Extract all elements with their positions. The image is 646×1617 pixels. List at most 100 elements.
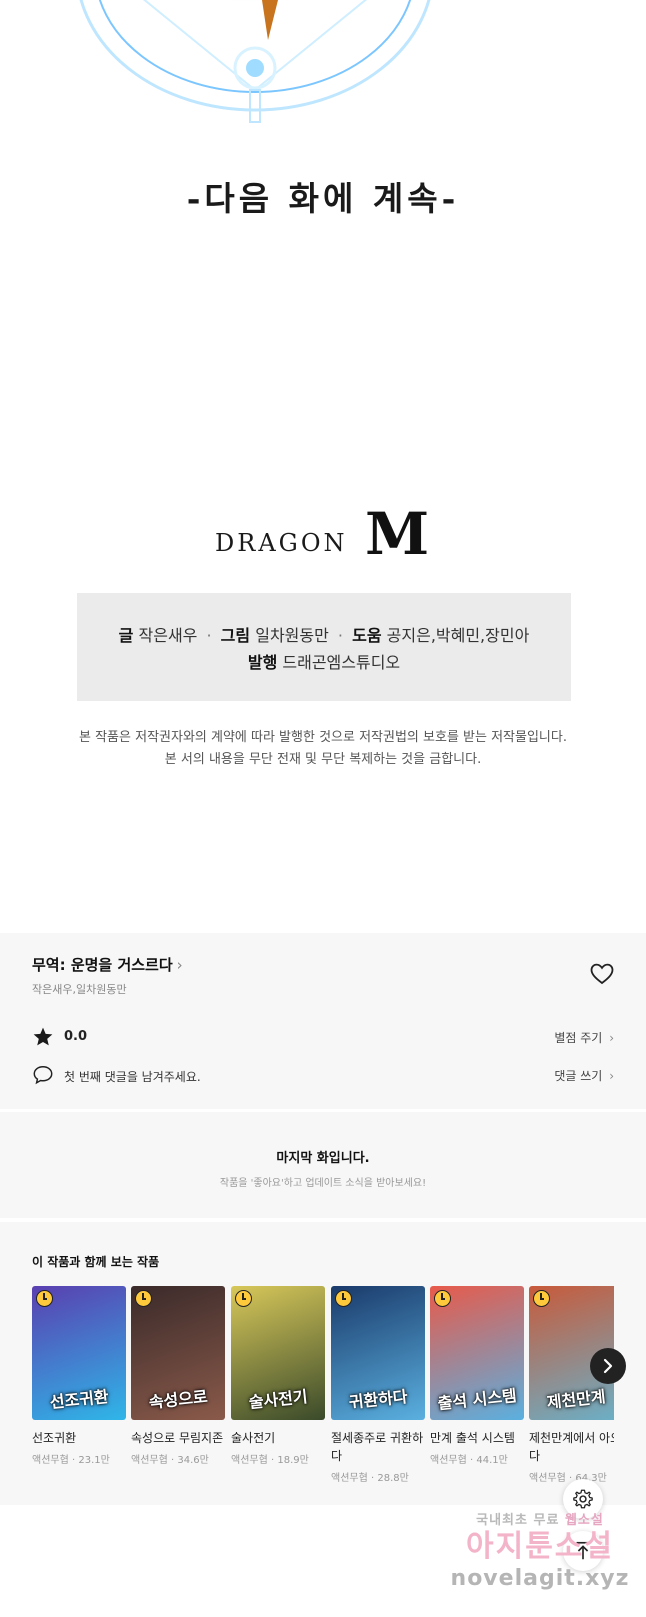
cover-title: 술사전기 bbox=[247, 1386, 309, 1413]
cover-image: 출석 시스템 bbox=[430, 1286, 524, 1420]
credit-name-assistant: 공지은,박혜민,장민아 bbox=[386, 626, 530, 645]
card-title: 속성으로 무림지존 bbox=[131, 1431, 224, 1445]
card-genre: 액션무협 bbox=[231, 1455, 268, 1466]
meta-separator: · bbox=[72, 1455, 76, 1466]
card-title: 제천만계에서 아오다 bbox=[529, 1431, 614, 1463]
credit-role-assistant: 도움 bbox=[352, 626, 382, 645]
copyright-line-1: 본 작품은 저작권자와의 계약에 따라 발행한 것으로 저작권법의 보호를 받는… bbox=[79, 730, 567, 745]
rate-button-label: 별점 주기 bbox=[554, 1031, 603, 1045]
clock-badge-icon bbox=[235, 1290, 252, 1307]
card-title: 선조귀환 bbox=[32, 1431, 77, 1445]
site-watermark: 국내최초 무료 웹소설 아지툰소설 novelagit.xyz bbox=[440, 1505, 640, 1615]
write-comment-button[interactable]: 댓글 쓰기 › bbox=[554, 1067, 614, 1084]
carousel-next-button[interactable] bbox=[590, 1348, 626, 1384]
watermark-line-1: 국내최초 무료 웹소설 bbox=[476, 1513, 604, 1528]
card-title: 만계 출석 시스템 bbox=[430, 1431, 515, 1445]
work-title-link[interactable]: 무역: 운명을 거스르다 › bbox=[32, 954, 183, 975]
card-views: 28.8만 bbox=[377, 1473, 409, 1484]
to-be-continued-text: -다음 화에 계속- bbox=[186, 179, 460, 218]
meta-separator: · bbox=[271, 1455, 275, 1466]
recommendation-card[interactable]: 제천만계 제천만계에서 아오다 액션무협 · 64.3만 bbox=[529, 1286, 614, 1484]
recommendation-card[interactable]: 선조귀환 선조귀환 액션무협 · 23.1만 bbox=[32, 1286, 126, 1466]
credit-role-publisher: 발행 bbox=[247, 653, 278, 672]
cover-image: 술사전기 bbox=[231, 1286, 325, 1420]
card-views: 34.6만 bbox=[177, 1455, 209, 1466]
write-comment-label: 댓글 쓰기 bbox=[554, 1069, 603, 1083]
meta-separator: · bbox=[470, 1455, 474, 1466]
copyright-notice: 본 작품은 저작권자와의 계약에 따라 발행한 것으로 저작권법의 보호를 받는… bbox=[0, 727, 646, 771]
copyright-line-2: 본 서의 내용을 무단 전재 및 무단 복제하는 것을 금합니다. bbox=[164, 752, 482, 767]
chevron-right-icon bbox=[603, 1358, 613, 1374]
card-title: 술사전기 bbox=[231, 1431, 276, 1445]
watermark-line-3: novelagit.xyz bbox=[450, 1566, 630, 1591]
rate-button[interactable]: 별점 주기 › bbox=[554, 1029, 614, 1046]
credit-separator: · bbox=[337, 626, 344, 645]
recommendation-card[interactable]: 술사전기 술사전기 액션무협 · 18.9만 bbox=[231, 1286, 325, 1466]
chevron-right-icon: › bbox=[176, 956, 183, 974]
cover-title: 출석 시스템 bbox=[436, 1385, 518, 1414]
card-views: 18.9만 bbox=[277, 1455, 309, 1466]
credit-role-artist: 그림 bbox=[220, 626, 251, 645]
last-episode-banner: 마지막 화입니다. 작품을 '좋아요'하고 업데이트 소식을 받아보세요! bbox=[0, 1112, 646, 1218]
cover-image: 선조귀환 bbox=[32, 1286, 126, 1420]
card-meta: 액션무협 · 44.1만 bbox=[430, 1451, 524, 1466]
credits-line-1: 글 작은새우 · 그림 일차원동만 · 도움 공지은,박혜민,장민아 bbox=[77, 622, 571, 649]
publisher-logo: DRAGON M bbox=[215, 505, 429, 565]
card-meta: 액션무협 · 28.8만 bbox=[331, 1469, 425, 1484]
chevron-right-icon: › bbox=[609, 1069, 614, 1083]
comment-prompt: 첫 번째 댓글을 남겨주세요. bbox=[64, 1070, 201, 1084]
recommendation-card[interactable]: 속성으로 속성으로 무림지존 액션무협 · 34.6만 bbox=[131, 1286, 225, 1466]
cover-image: 귀환하다 bbox=[331, 1286, 425, 1420]
publisher-logo-mark: M bbox=[365, 500, 430, 568]
recommendations-heading: 이 작품과 함께 보는 작품 bbox=[32, 1255, 160, 1269]
publisher-logo-text: DRAGON bbox=[215, 529, 348, 557]
credit-name-writer: 작은새우 bbox=[138, 626, 198, 645]
credits-line-2: 발행 드래곤엠스튜디오 bbox=[77, 649, 571, 676]
episode-artwork-fragment bbox=[0, 0, 646, 140]
star-icon bbox=[33, 1027, 53, 1046]
rating-value: 0.0 bbox=[64, 1029, 88, 1044]
clock-badge-icon bbox=[335, 1290, 352, 1307]
cover-image: 속성으로 bbox=[131, 1286, 225, 1420]
meta-separator: · bbox=[371, 1473, 375, 1484]
card-meta: 액션무협 · 34.6만 bbox=[131, 1451, 225, 1466]
card-genre: 액션무협 bbox=[32, 1455, 69, 1466]
cover-title: 귀환하다 bbox=[347, 1386, 409, 1413]
clock-badge-icon bbox=[36, 1290, 53, 1307]
meta-separator: · bbox=[171, 1455, 175, 1466]
cover-title: 제천만계 bbox=[545, 1386, 607, 1413]
watermark-line-2: 아지툰소설 bbox=[466, 1529, 614, 1564]
card-genre: 액션무협 bbox=[430, 1455, 467, 1466]
card-genre: 액션무협 bbox=[331, 1473, 368, 1484]
comment-row: 첫 번째 댓글을 남겨주세요. 댓글 쓰기 › bbox=[32, 1064, 614, 1086]
card-title: 절세종주로 귀환하다 bbox=[331, 1431, 424, 1463]
last-episode-title: 마지막 화입니다. bbox=[276, 1151, 370, 1166]
clock-badge-icon bbox=[135, 1290, 152, 1307]
work-authors: 작은새우,일차원동만 bbox=[32, 983, 127, 996]
work-title: 무역: 운명을 거스르다 bbox=[32, 956, 173, 974]
work-info-panel: 무역: 운명을 거스르다 › 작은새우,일차원동만 0.0 별점 주기 › 첫 번… bbox=[0, 933, 646, 1109]
credit-role-writer: 글 bbox=[118, 626, 134, 645]
credit-name-artist: 일차원동만 bbox=[255, 626, 329, 645]
heart-icon[interactable] bbox=[590, 963, 614, 985]
last-episode-subtitle: 작품을 '좋아요'하고 업데이트 소식을 받아보세요! bbox=[219, 1178, 427, 1189]
credit-separator: · bbox=[206, 626, 212, 645]
clock-badge-icon bbox=[434, 1290, 451, 1307]
card-genre: 액션무협 bbox=[529, 1473, 566, 1484]
speech-bubble-icon bbox=[33, 1066, 53, 1085]
credits-box: 글 작은새우 · 그림 일차원동만 · 도움 공지은,박혜민,장민아 발행 드래… bbox=[77, 593, 571, 701]
recommendations-section: 이 작품과 함께 보는 작품 선조귀환 선조귀환 액션무협 · 23.1만 속성… bbox=[0, 1222, 646, 1505]
card-views: 23.1만 bbox=[78, 1455, 110, 1466]
rating-row: 0.0 별점 주기 › bbox=[32, 1026, 614, 1048]
recommendations-carousel: 선조귀환 선조귀환 액션무협 · 23.1만 속성으로 속성으로 무림지존 액션… bbox=[32, 1286, 614, 1496]
card-genre: 액션무협 bbox=[131, 1455, 168, 1466]
recommendation-card[interactable]: 출석 시스템 만계 출석 시스템 액션무협 · 44.1만 bbox=[430, 1286, 524, 1466]
card-views: 44.1만 bbox=[476, 1455, 508, 1466]
recommendation-card[interactable]: 귀환하다 절세종주로 귀환하다 액션무협 · 28.8만 bbox=[331, 1286, 425, 1484]
credit-name-publisher: 드래곤엠스튜디오 bbox=[282, 653, 401, 672]
cover-title: 속성으로 bbox=[147, 1386, 209, 1413]
card-meta: 액션무협 · 23.1만 bbox=[32, 1451, 126, 1466]
chevron-right-icon: › bbox=[609, 1031, 614, 1045]
clock-badge-icon bbox=[533, 1290, 550, 1307]
card-meta: 액션무협 · 18.9만 bbox=[231, 1451, 325, 1466]
